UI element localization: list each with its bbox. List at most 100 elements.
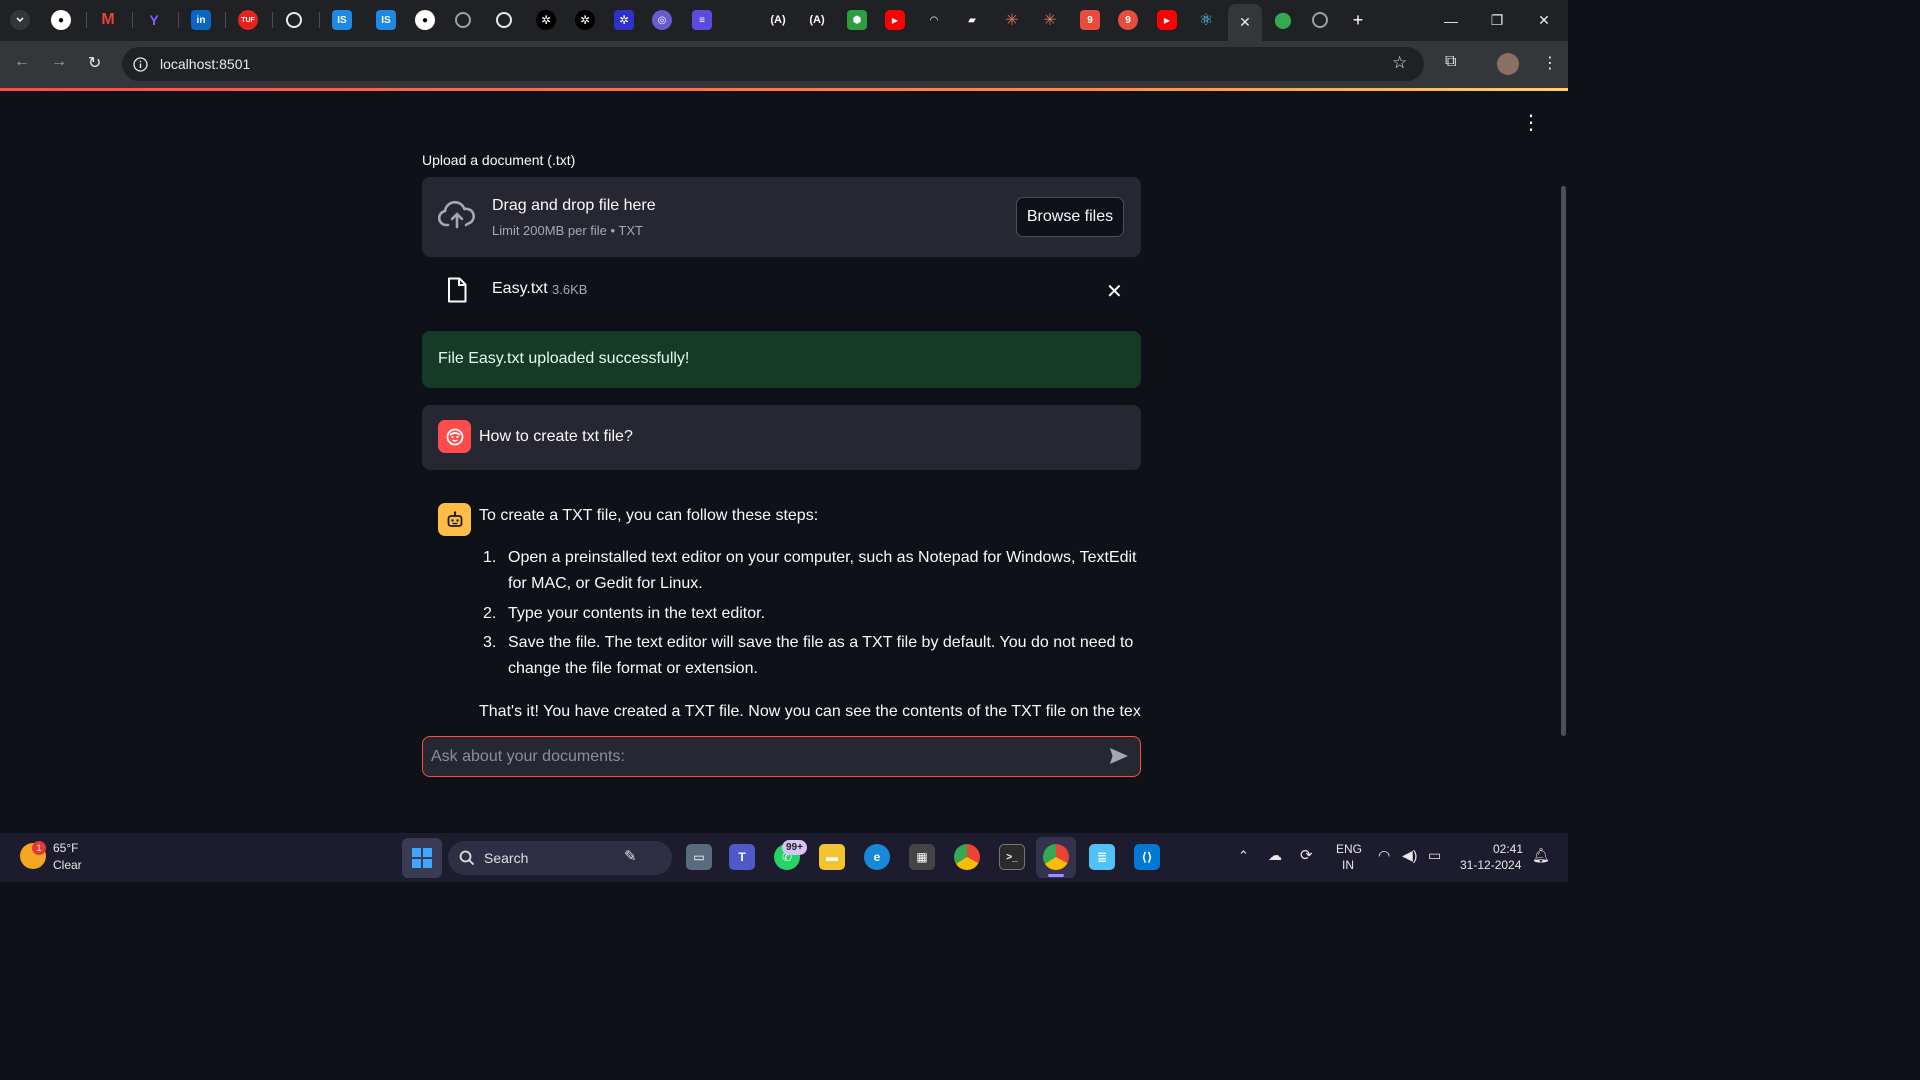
app-tab-icon[interactable]: Y: [144, 10, 164, 30]
volume-icon[interactable]: ◀): [1402, 847, 1417, 864]
app-tab-icon[interactable]: ✲: [614, 10, 634, 30]
globe-tab-icon[interactable]: [1312, 12, 1328, 28]
address-bar[interactable]: localhost:8501 ☆: [122, 47, 1424, 81]
profile-avatar[interactable]: [1497, 53, 1519, 75]
task-view-icon[interactable]: ▭: [686, 844, 712, 870]
maps-tab-icon[interactable]: ⬤: [1273, 10, 1293, 30]
vscode-icon[interactable]: ⟨⟩: [1134, 844, 1160, 870]
chrome-active-task[interactable]: [1036, 837, 1076, 878]
github-tab-icon[interactable]: ●: [51, 10, 71, 30]
globe-tab-icon[interactable]: [455, 12, 471, 28]
claude-tab-icon[interactable]: ✳: [1040, 10, 1060, 30]
upload-label: Upload a document (.txt): [422, 152, 576, 168]
chrome-icon[interactable]: [954, 844, 980, 870]
language-bottom[interactable]: IN: [1342, 858, 1354, 872]
chat-input-box[interactable]: [422, 736, 1141, 777]
app-tab-icon[interactable]: ✲: [536, 10, 556, 30]
notepad-icon[interactable]: ≣: [1089, 844, 1115, 870]
wifi-icon[interactable]: ◠: [1378, 847, 1390, 864]
app-tab-icon[interactable]: ◎: [652, 10, 672, 30]
smiley-icon: [446, 428, 463, 445]
robot-icon: [447, 510, 462, 527]
sync-icon[interactable]: ⟳: [1300, 846, 1313, 864]
microsoft-tab-icon[interactable]: [730, 10, 750, 30]
file-explorer-icon[interactable]: ▬: [819, 844, 845, 870]
file-dropzone[interactable]: Drag and drop file here Limit 200MB per …: [422, 177, 1141, 257]
tab-divider: [178, 12, 179, 28]
taskbar-search[interactable]: Search ✎: [448, 841, 672, 875]
terminal-icon[interactable]: >_: [999, 844, 1025, 870]
tab-divider: [132, 12, 133, 28]
active-indicator: [1048, 874, 1064, 877]
is-tab-icon[interactable]: IS: [332, 10, 352, 30]
app-tab-icon[interactable]: ◠: [924, 10, 944, 30]
back-arrow-icon[interactable]: ←: [14, 53, 30, 71]
youtube-tab-icon[interactable]: ▶: [885, 10, 905, 30]
main-menu-icon[interactable]: ⋮: [1521, 113, 1541, 133]
taskbar-search-label: Search: [484, 850, 529, 866]
browse-files-button[interactable]: Browse files: [1016, 197, 1124, 237]
gmail-tab-icon[interactable]: M: [98, 10, 118, 30]
browser-menu-icon[interactable]: ⋮: [1542, 53, 1558, 73]
onedrive-icon[interactable]: ☁: [1268, 847, 1282, 864]
uploaded-file-size: 3.6KB: [552, 282, 588, 297]
restore-icon[interactable]: ❐: [1474, 0, 1520, 41]
forward-arrow-icon[interactable]: →: [51, 53, 67, 71]
youtube-tab-icon[interactable]: ▶: [1157, 10, 1177, 30]
file-icon: [448, 277, 467, 303]
success-alert: File Easy.txt uploaded successfully!: [422, 331, 1141, 388]
chatgpt-tab-icon[interactable]: [286, 12, 302, 28]
page-scrollbar[interactable]: [1561, 186, 1566, 736]
start-button[interactable]: [402, 838, 442, 878]
new-tab-button[interactable]: +: [1348, 10, 1368, 30]
tuf-tab-icon[interactable]: TUF: [238, 10, 258, 30]
store-icon[interactable]: ▦: [909, 844, 935, 870]
linkedin-tab-icon[interactable]: in: [191, 10, 211, 30]
edge-icon[interactable]: e: [864, 844, 890, 870]
tray-overflow-icon[interactable]: ⌃: [1238, 848, 1249, 864]
url-text: localhost:8501: [160, 56, 251, 72]
send-icon[interactable]: [1109, 747, 1129, 765]
tab-search-icon[interactable]: [10, 10, 30, 30]
clock-time[interactable]: 02:41: [1493, 842, 1523, 856]
chat-input[interactable]: [431, 746, 1091, 768]
user-message-text: How to create txt file?: [479, 428, 633, 445]
user-chat-message: How to create txt file?: [422, 405, 1141, 470]
close-window-icon[interactable]: ✕: [1521, 0, 1567, 41]
step-text: Open a preinstalled text editor on your …: [508, 549, 1137, 592]
reload-icon[interactable]: ↻: [88, 53, 101, 73]
app-tab-icon[interactable]: 9: [1118, 10, 1138, 30]
app-tab-icon[interactable]: ▰: [962, 10, 982, 30]
minimize-icon[interactable]: —: [1428, 0, 1474, 41]
weather-temp: 65°F: [53, 841, 79, 855]
whatsapp-badge: 99+: [782, 840, 807, 855]
is-tab-icon[interactable]: IS: [376, 10, 396, 30]
extensions-icon[interactable]: ⧉: [1445, 53, 1456, 71]
app-tab-icon[interactable]: ✲: [575, 10, 595, 30]
remove-file-icon[interactable]: ✕: [1106, 279, 1123, 304]
notification-bell-icon[interactable]: 🔔︎: [1532, 847, 1550, 864]
step-number: 3.: [483, 634, 497, 651]
github-tab-icon[interactable]: ●: [415, 10, 435, 30]
teams-icon[interactable]: T: [729, 844, 755, 870]
app-tab-icon[interactable]: ⬢: [847, 10, 867, 30]
claude-tab-icon[interactable]: ✳: [1002, 10, 1022, 30]
app-tab-icon[interactable]: ≡: [692, 10, 712, 30]
clock-date[interactable]: 31-12-2024: [1460, 858, 1521, 872]
site-info-icon[interactable]: [133, 57, 148, 72]
language-top[interactable]: ENG: [1336, 842, 1362, 856]
chatgpt-tab-icon[interactable]: [496, 12, 512, 28]
browser-tab-strip: ● M Y in TUF IS IS ● ✲ ✲ ✲ ◎ ≡ (A) (A) ⬢…: [0, 0, 1568, 41]
app-tab-icon[interactable]: 9: [1080, 10, 1100, 30]
step-number: 1.: [483, 549, 497, 566]
battery-icon[interactable]: ▭: [1428, 847, 1441, 864]
weather-condition: Clear: [53, 858, 82, 872]
bookmark-star-icon[interactable]: ☆: [1392, 53, 1407, 73]
app-tab-icon[interactable]: (A): [768, 10, 788, 30]
search-icon: [459, 850, 475, 866]
active-tab-close-button[interactable]: ✕: [1228, 4, 1262, 41]
app-tab-icon[interactable]: (A): [807, 10, 827, 30]
react-tab-icon[interactable]: ⚛: [1196, 10, 1216, 30]
dropzone-limit: Limit 200MB per file • TXT: [492, 223, 643, 238]
search-highlight-icon: ✎: [624, 848, 637, 865]
